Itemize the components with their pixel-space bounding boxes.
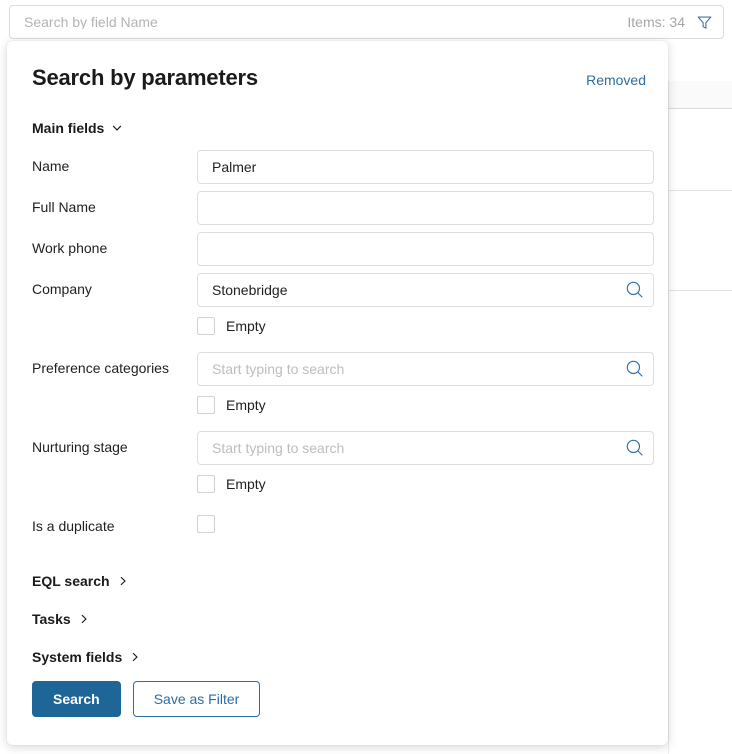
top-search-bar[interactable]: Search by field Name Items: 34 [9, 5, 724, 39]
app-root: Search by field Name Items: 34 Search by… [0, 0, 732, 754]
chevron-right-icon [129, 651, 141, 663]
field-label-full-name: Full Name [32, 198, 96, 215]
field-row-preference-categories: Preference categories [7, 348, 668, 389]
funnel-icon[interactable] [695, 13, 713, 31]
section-main-fields-label: Main fields [32, 120, 105, 136]
field-wrapper-name [197, 149, 654, 184]
main-fields-form: Name Full Name Work phone [7, 136, 668, 547]
field-wrapper-preference-categories [197, 351, 654, 386]
company-empty-checkbox[interactable] [197, 317, 215, 335]
section-tasks-label: Tasks [32, 611, 71, 627]
nurturing-stage-empty-checkbox-row: Empty [7, 470, 668, 498]
field-row-is-a-duplicate: Is a duplicate [7, 506, 668, 547]
nurturing-stage-empty-label[interactable]: Empty [226, 476, 266, 492]
chevron-down-icon [111, 122, 123, 134]
search-icon[interactable] [623, 279, 645, 301]
preference-categories-empty-label[interactable]: Empty [226, 397, 266, 413]
field-row-name: Name [7, 146, 668, 187]
field-wrapper-nurturing-stage [197, 430, 654, 465]
search-icon[interactable] [623, 437, 645, 459]
search-input[interactable]: Search by field Name [24, 15, 627, 29]
is-a-duplicate-checkbox[interactable] [197, 515, 215, 533]
field-row-work-phone: Work phone [7, 228, 668, 269]
company-empty-checkbox-row: Empty [7, 312, 668, 340]
chevron-right-icon [117, 575, 129, 587]
name-input[interactable] [197, 149, 654, 184]
removed-link[interactable]: Removed [586, 72, 646, 88]
section-eql-search-label: EQL search [32, 573, 110, 589]
section-eql-search[interactable]: EQL search [7, 573, 668, 589]
full-name-input[interactable] [197, 190, 654, 225]
nurturing-stage-empty-checkbox[interactable] [197, 475, 215, 493]
panel-header: Search by parameters Removed [7, 41, 668, 91]
search-parameters-panel: Search by parameters Removed Main fields… [7, 41, 668, 745]
background-column-divider [668, 81, 669, 754]
field-wrapper-full-name [197, 190, 654, 225]
field-row-nurturing-stage: Nurturing stage [7, 427, 668, 468]
field-wrapper-company [197, 272, 654, 307]
field-label-preference-categories: Preference categories [32, 359, 169, 376]
company-empty-label[interactable]: Empty [226, 318, 266, 334]
field-label-company: Company [32, 280, 92, 297]
preference-categories-empty-checkbox[interactable] [197, 396, 215, 414]
field-wrapper-is-a-duplicate [197, 515, 654, 538]
work-phone-input[interactable] [197, 231, 654, 266]
nurturing-stage-input[interactable] [197, 430, 654, 465]
field-wrapper-work-phone [197, 231, 654, 266]
section-tasks[interactable]: Tasks [7, 611, 668, 627]
section-main-fields[interactable]: Main fields [7, 120, 668, 136]
field-label-work-phone: Work phone [32, 239, 108, 256]
preference-categories-input[interactable] [197, 351, 654, 386]
section-system-fields[interactable]: System fields [7, 649, 668, 665]
field-row-full-name: Full Name [7, 187, 668, 228]
field-row-company: Company [7, 269, 668, 310]
panel-footer: Search Save as Filter [7, 665, 668, 717]
search-button[interactable]: Search [32, 681, 121, 717]
field-label-name: Name [32, 157, 70, 174]
company-input[interactable] [197, 272, 654, 307]
field-label-nurturing-stage: Nurturing stage [32, 438, 128, 455]
section-system-fields-label: System fields [32, 649, 123, 665]
search-icon[interactable] [623, 358, 645, 380]
items-count-label: Items: 34 [627, 14, 685, 30]
page-title: Search by parameters [32, 65, 258, 90]
field-label-is-a-duplicate: Is a duplicate [32, 517, 115, 534]
preference-categories-empty-checkbox-row: Empty [7, 391, 668, 419]
save-as-filter-button[interactable]: Save as Filter [132, 681, 261, 717]
chevron-right-icon [78, 613, 90, 625]
